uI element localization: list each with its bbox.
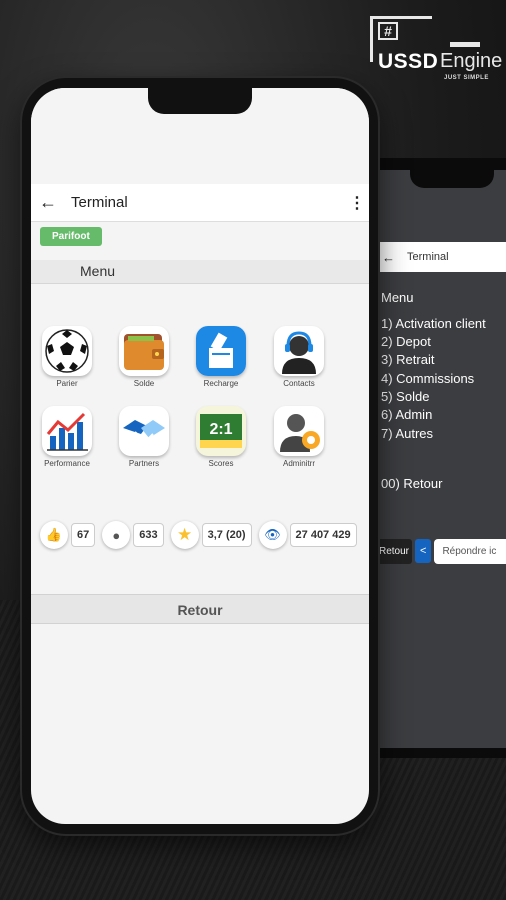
back-arrow-icon[interactable]: ←: [382, 250, 395, 265]
tile-label: Recharge: [203, 379, 239, 388]
ussd-engine-logo: # USSD Engine JUST SIMPLE: [370, 16, 506, 86]
ussd-option-3: 3) Retrait: [381, 352, 435, 367]
ussd-option-7: 7) Autres: [381, 426, 434, 441]
tile-solde[interactable]: Solde: [114, 326, 174, 388]
reply-input[interactable]: Répondre ic: [434, 538, 506, 564]
admin-gear-icon: [274, 406, 324, 456]
tile-label: Adminitrr: [282, 459, 315, 468]
tile-label: Partners: [128, 459, 160, 468]
logo-bar: [450, 42, 480, 47]
tile-label: Solde: [133, 379, 155, 388]
more-options-icon[interactable]: ⋮: [345, 193, 369, 213]
back-app-bar: ← Terminal: [376, 242, 506, 272]
back-chevron-button[interactable]: <: [415, 539, 432, 563]
ussd-option-1: 1) Activation client: [381, 316, 486, 331]
front-phone: ← Terminal ⋮ Parifoot Menu Parier Solde …: [22, 78, 378, 834]
retour-button[interactable]: Retour: [376, 538, 413, 564]
bar-chart-icon: [42, 406, 92, 456]
ussd-exit-option: 00) Retour: [381, 476, 443, 491]
front-phone-notch: [148, 88, 252, 114]
back-arrow-icon[interactable]: ←: [31, 192, 65, 213]
app-title: Terminal: [71, 194, 128, 211]
headset-agent-icon: [274, 326, 324, 376]
tile-label: Contacts: [283, 379, 315, 388]
tile-recharge[interactable]: Recharge: [191, 326, 251, 388]
retour-button[interactable]: Retour: [31, 594, 369, 624]
soccer-ball-icon: [42, 326, 92, 376]
recharge-icon: [196, 326, 246, 376]
tile-label: Scores: [208, 459, 234, 468]
tile-scores[interactable]: 2:1 Scores: [191, 406, 251, 468]
tile-parier[interactable]: Parier: [37, 326, 97, 388]
tile-label: Parier: [56, 379, 78, 388]
tile-partners[interactable]: Partners: [114, 406, 174, 468]
logo-hash-icon: #: [378, 22, 398, 40]
ussd-option-5: 5) Solde: [381, 389, 430, 404]
reply-bar: Retour < Répondre ic: [376, 536, 506, 566]
stats-row: 👍 67 ● 633 ★ 3,7 (20) 👁 27 407 429: [40, 520, 369, 550]
ussd-option-6: 6) Admin: [381, 407, 433, 422]
logo-ussd-text: USSD: [378, 50, 439, 73]
users-count: 633: [133, 523, 164, 547]
likes-count: 67: [71, 523, 96, 547]
users-icon[interactable]: ●: [102, 521, 131, 549]
tile-admin[interactable]: Adminitrr: [269, 406, 329, 468]
parifoot-chip[interactable]: Parifoot: [40, 227, 102, 246]
back-app-title: Terminal: [407, 251, 449, 263]
menu-label: Menu: [80, 263, 116, 279]
scoreboard-icon: 2:1: [196, 406, 246, 456]
menu-header: Menu: [31, 260, 369, 284]
back-phone-notch: [410, 170, 494, 188]
thumbs-up-icon[interactable]: 👍: [40, 521, 68, 549]
logo-engine-text: Engine: [440, 50, 503, 72]
views-count: 27 407 429: [289, 523, 357, 547]
logo-tagline: JUST SIMPLE: [444, 75, 489, 81]
ussd-option-2: 2) Depot: [381, 334, 431, 349]
handshake-icon: [119, 406, 169, 456]
ussd-option-4: 4) Commissions: [381, 371, 475, 386]
wallet-icon: [119, 326, 169, 376]
scoreboard-text: 2:1: [209, 421, 232, 438]
tile-contacts[interactable]: Contacts: [269, 326, 329, 388]
eye-icon[interactable]: 👁: [258, 521, 287, 549]
rating-value: 3,7 (20): [201, 523, 252, 547]
app-bar: ← Terminal ⋮: [31, 184, 369, 222]
front-phone-screen: ← Terminal ⋮ Parifoot Menu Parier Solde …: [31, 88, 369, 824]
tile-label: Performance: [44, 459, 90, 468]
ussd-menu-title: Menu: [381, 290, 414, 305]
tile-performance[interactable]: Performance: [37, 406, 97, 468]
star-icon[interactable]: ★: [170, 521, 199, 549]
